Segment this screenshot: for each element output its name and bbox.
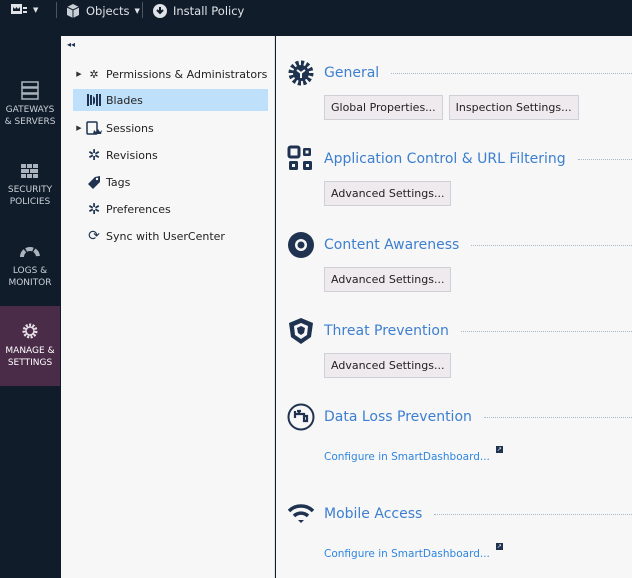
section-title: Mobile Access <box>324 506 423 522</box>
tree-item-label: Revisions <box>106 148 158 162</box>
tree-item-label: Sessions <box>106 121 154 135</box>
advanced-settings-button[interactable]: Advanced Settings... <box>324 353 452 378</box>
global-properties-button[interactable]: Global Properties... <box>324 95 443 120</box>
install-download-icon <box>153 4 167 18</box>
shield-icon <box>286 316 316 346</box>
gear-icon <box>286 58 316 88</box>
inspection-settings-button[interactable]: Inspection Settings... <box>448 95 579 120</box>
gauge-icon <box>20 247 40 258</box>
top-toolbar: ▼ Objects ▼ Install Policy <box>0 0 632 36</box>
nav-label: GATEWAYS <box>5 105 55 115</box>
divider <box>471 244 632 246</box>
nav-label: LOGS & <box>12 266 48 276</box>
tag-icon <box>85 174 103 190</box>
nav-label: POLICIES <box>9 197 51 207</box>
app-menu-button[interactable]: ▼ <box>10 3 38 17</box>
collapse-panel-icon[interactable]: ◂◂ <box>67 40 75 49</box>
divider <box>434 513 632 515</box>
wifi-icon <box>286 499 316 529</box>
section-title: Threat Prevention <box>324 323 449 339</box>
section-content-awareness: Content Awareness Advanced Settings... <box>286 230 632 292</box>
section-data-loss-prevention: Data Loss Prevention Configure in SmartD… <box>286 402 632 463</box>
nav-gateways-servers[interactable]: GATEWAYS & SERVERS <box>0 80 60 160</box>
blades-content: General Global Properties... Inspection S… <box>276 36 632 578</box>
nav-security-policies[interactable]: SECURITY POLICIES <box>0 160 60 240</box>
firewall-bricks-icon <box>21 164 38 178</box>
tree-item-preferences[interactable]: ✲ Preferences <box>73 198 268 220</box>
advanced-settings-button[interactable]: Advanced Settings... <box>324 181 452 206</box>
external-link-icon[interactable]: ↗ <box>495 446 503 453</box>
left-navigation: GATEWAYS & SERVERS SECURITY POLICIES LOGS … <box>0 36 61 578</box>
tree-item-revisions[interactable]: ✲ Revisions <box>73 144 268 166</box>
expand-arrow-icon[interactable]: ▶ <box>73 124 85 132</box>
tree-item-tags[interactable]: Tags <box>73 171 268 193</box>
tree-item-label: Preferences <box>106 202 171 216</box>
tree-item-label: Tags <box>106 175 131 189</box>
external-link-icon[interactable]: ↗ <box>495 543 503 550</box>
section-title: General <box>324 65 380 81</box>
install-policy-button[interactable]: Install Policy <box>152 3 244 19</box>
chevron-down-icon: ▼ <box>134 7 140 15</box>
gear-icon <box>22 323 38 339</box>
section-title: Data Loss Prevention <box>324 409 472 425</box>
tree-item-label: Permissions & Administrators <box>106 67 268 81</box>
section-application-control: Application Control & URL Filtering Adva… <box>286 144 632 206</box>
divider <box>391 72 632 74</box>
settings-tree: ◂◂ ▶ ✲ Permissions & Administrators Blades… <box>61 36 275 578</box>
divider <box>142 2 143 18</box>
objects-label: Objects <box>86 4 130 18</box>
nav-label: MONITOR <box>8 278 52 288</box>
gear-icon: ✲ <box>87 200 101 218</box>
gear-icon: ✲ <box>89 67 99 81</box>
sync-icon: ⟳ <box>88 228 100 244</box>
section-threat-prevention: Threat Prevention Advanced Settings... <box>286 316 632 378</box>
divider <box>460 330 632 332</box>
blades-icon <box>85 92 103 108</box>
configure-smartdashboard-link[interactable]: Configure in SmartDashboard... <box>324 451 490 463</box>
advanced-settings-button[interactable]: Advanced Settings... <box>324 267 452 292</box>
objects-menu-button[interactable]: Objects ▼ <box>65 3 140 19</box>
section-mobile-access: Mobile Access Configure in SmartDashboar… <box>286 499 632 560</box>
section-general: General Global Properties... Inspection S… <box>286 58 632 120</box>
section-title: Application Control & URL Filtering <box>324 151 566 167</box>
tree-item-label: Sync with UserCenter <box>106 229 225 243</box>
expand-arrow-icon[interactable]: ▶ <box>73 70 85 78</box>
nav-label: & SERVERS <box>4 117 56 127</box>
server-stack-icon <box>21 81 39 100</box>
faucet-icon <box>286 402 316 432</box>
content-awareness-icon <box>286 230 316 260</box>
sessions-icon <box>85 120 103 136</box>
app-grid-icon <box>286 144 316 174</box>
nav-label: SECURITY <box>7 185 53 195</box>
tree-item-sync-usercenter[interactable]: ⟳ Sync with UserCenter <box>73 225 268 247</box>
tree-item-blades[interactable]: Blades <box>73 89 268 111</box>
chevron-down-icon: ▼ <box>33 6 39 14</box>
tree-item-label: Blades <box>106 93 143 107</box>
install-policy-label: Install Policy <box>173 4 245 18</box>
tree-item-permissions[interactable]: ▶ ✲ Permissions & Administrators <box>73 63 268 85</box>
cube-icon <box>66 4 80 18</box>
nav-label: MANAGE & <box>5 346 55 356</box>
configure-smartdashboard-link[interactable]: Configure in SmartDashboard... <box>324 548 490 560</box>
divider <box>577 158 632 160</box>
gear-icon: ✲ <box>87 146 101 164</box>
divider <box>483 416 632 418</box>
app-menu-icon <box>11 4 27 14</box>
tree-item-sessions[interactable]: ▶ Sessions <box>73 117 268 139</box>
divider <box>56 2 57 18</box>
nav-label: SETTINGS <box>7 358 53 368</box>
section-title: Content Awareness <box>324 237 460 253</box>
nav-manage-settings[interactable]: MANAGE & SETTINGS <box>0 306 60 386</box>
